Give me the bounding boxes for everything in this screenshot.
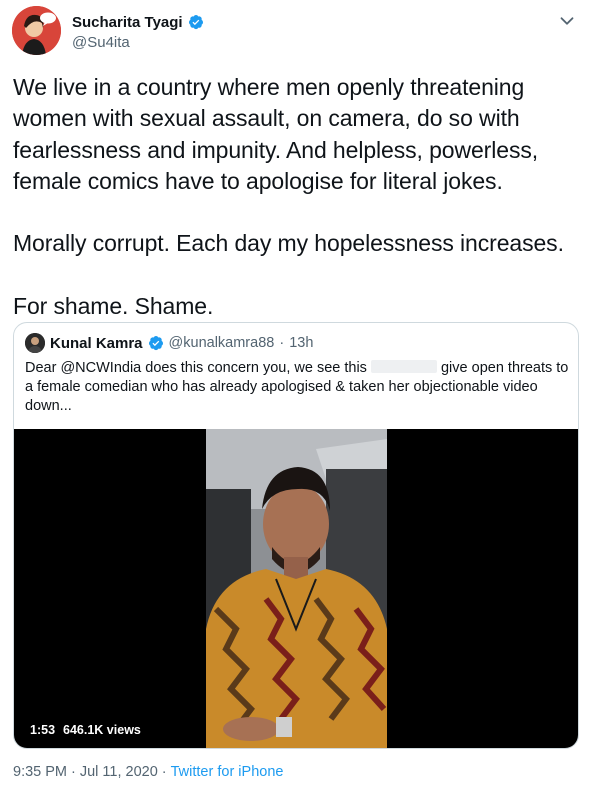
video-duration: 1:53 xyxy=(30,723,56,737)
author-display-name[interactable]: Sucharita Tyagi xyxy=(72,14,183,31)
quoted-author-display-name: Kunal Kamra xyxy=(50,334,143,352)
tweet-time[interactable]: 9:35 PM xyxy=(13,764,67,780)
tweet-footer: 9:35 PM · Jul 11, 2020 · Twitter for iPh… xyxy=(13,764,283,780)
author-handle[interactable]: @Su4ita xyxy=(72,34,204,51)
quoted-tweet[interactable]: Kunal Kamra @kunalkamra88 · 13h Dear @NC… xyxy=(13,322,579,749)
quoted-tweet-header: Kunal Kamra @kunalkamra88 · 13h xyxy=(25,332,313,354)
footer-separator-2: · xyxy=(161,764,167,780)
tweet-card: Sucharita Tyagi @Su4ita We live in a cou… xyxy=(0,0,590,787)
tweet-header: Sucharita Tyagi @Su4ita xyxy=(12,6,578,58)
tweet-date[interactable]: Jul 11, 2020 xyxy=(80,764,158,780)
tweet-text: We live in a country where men openly th… xyxy=(13,74,564,320)
chevron-down-icon[interactable] xyxy=(556,10,578,32)
quoted-separator: · xyxy=(279,335,285,351)
verified-badge-icon xyxy=(188,14,204,30)
quoted-timestamp: 13h xyxy=(289,335,314,351)
video-thumbnail xyxy=(206,429,387,748)
quoted-author-avatar xyxy=(25,333,45,353)
video-player[interactable]: 1:53 646.1K views xyxy=(14,429,578,748)
redacted-text-block xyxy=(370,360,437,373)
tweet-source-link[interactable]: Twitter for iPhone xyxy=(171,764,284,780)
video-view-count: 646.1K views xyxy=(63,723,141,737)
quoted-author-handle: @kunalkamra88 xyxy=(168,335,275,351)
author-avatar[interactable] xyxy=(12,6,61,55)
video-meta-overlay: 1:53 646.1K views xyxy=(24,721,147,739)
quoted-tweet-text: Dear @NCWIndia does this concern you, we… xyxy=(25,359,571,416)
verified-badge-icon xyxy=(148,335,164,351)
quoted-text-part-1: Dear @NCWIndia does this concern you, we… xyxy=(25,360,371,376)
footer-separator-1: · xyxy=(71,764,76,780)
